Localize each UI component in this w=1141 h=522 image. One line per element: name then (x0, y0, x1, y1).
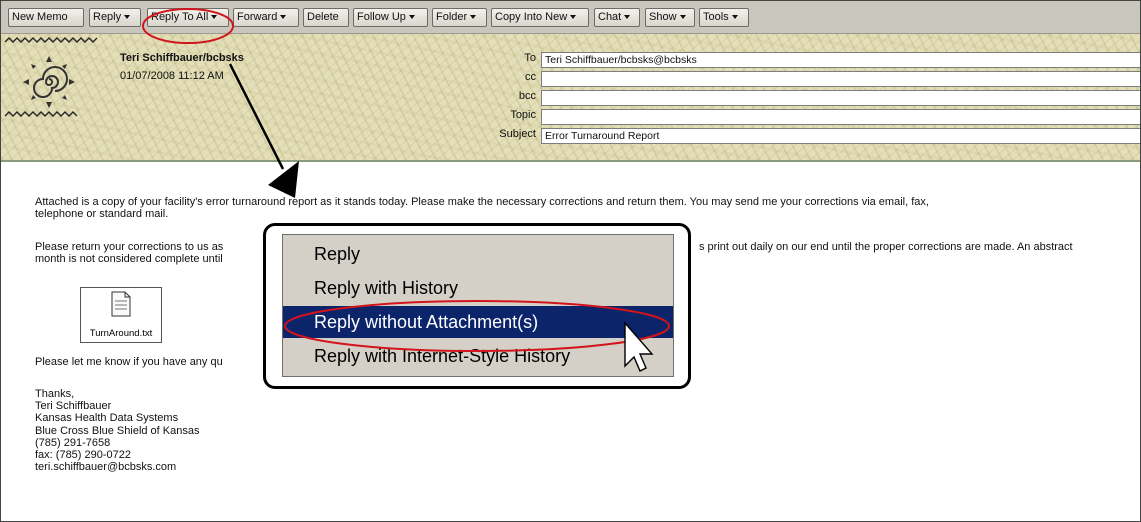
folder-button[interactable]: Folder (432, 8, 487, 27)
chevron-down-icon (211, 15, 218, 20)
reply-dropdown-menu: Reply Reply with History Reply without A… (282, 234, 674, 377)
chevron-down-icon (280, 15, 287, 20)
menu-item-reply-label: Reply (314, 244, 361, 264)
menu-item-reply-without-attachments-label: Reply without Attachment(s) (314, 312, 539, 332)
body-paragraph-2-line-1-right: s print out daily on our end until the p… (699, 241, 1073, 253)
signature-line: Thanks, (35, 388, 75, 400)
delete-label: Delete (307, 11, 339, 23)
attachment-turnaround[interactable]: TurnAround.txt (80, 287, 162, 343)
show-button[interactable]: Show (645, 8, 695, 27)
sent-date: 01/07/2008 11:12 AM (120, 70, 224, 82)
menu-item-reply[interactable]: Reply (283, 238, 673, 270)
menu-item-reply-internet-style-history-label: Reply with Internet-Style History (314, 346, 571, 366)
sun-spiral-logo (3, 36, 99, 122)
menu-item-reply-internet-style-history[interactable]: Reply with Internet-Style History (283, 340, 673, 372)
signature-line[interactable]: teri.schiffbauer@bcbsks.com (35, 461, 199, 473)
subject-label: Subject (499, 128, 536, 140)
signature-line: Kansas Health Data Systems (35, 412, 179, 425)
signature-line: (785) 291-7658 (35, 436, 111, 449)
chat-button[interactable]: Chat (594, 8, 640, 27)
reply-label: Reply (93, 11, 122, 23)
topic-label: Topic (510, 109, 536, 121)
sender-name: Teri Schiffbauer/bcbsks (120, 52, 244, 64)
copy-into-new-label: Copy Into New (495, 11, 568, 23)
folder-label: Folder (436, 11, 468, 23)
to-label: To (524, 52, 536, 64)
body-paragraph-2-line-2: month is not considered complete until (35, 253, 223, 265)
chevron-down-icon (731, 15, 738, 20)
forward-button[interactable]: Forward (233, 8, 299, 27)
menu-item-reply-with-history[interactable]: Reply with History (283, 272, 673, 304)
new-memo-button[interactable]: New Memo (8, 8, 84, 27)
body-paragraph-1-line-2: telephone or standard mail. (35, 208, 169, 220)
cc-label: cc (525, 71, 536, 83)
body-paragraph-2-line-1: Please return your corrections to us as (35, 241, 224, 253)
menu-item-reply-with-history-label: Reply with History (314, 278, 459, 298)
cc-field[interactable] (541, 71, 1140, 87)
forward-label: Forward (237, 11, 278, 23)
memo-header: Teri Schiffbauer/bcbsks 01/07/2008 11:12… (1, 34, 1140, 162)
bcc-label: bcc (518, 90, 536, 102)
tools-button[interactable]: Tools (699, 8, 749, 27)
menu-item-reply-without-attachments[interactable]: Reply without Attachment(s) (283, 306, 673, 338)
follow-up-button[interactable]: Follow Up (353, 8, 428, 27)
chat-label: Chat (598, 11, 622, 23)
signature-block: Thanks, Teri Schiffbauer Kansas Health D… (35, 388, 199, 473)
bcc-field[interactable] (541, 90, 1140, 106)
chevron-down-icon (124, 15, 131, 20)
to-field[interactable]: Teri Schiffbauer/bcbsks@bcbsks (541, 52, 1140, 68)
subject-field[interactable]: Error Turnaround Report (541, 128, 1140, 144)
show-label: Show (649, 11, 677, 23)
reply-to-all-button[interactable]: Reply To All (147, 8, 229, 27)
body-paragraph-3: Please let me know if you have any qu (35, 356, 223, 368)
chevron-down-icon (679, 15, 686, 20)
chevron-down-icon (470, 15, 477, 20)
signature-line: Blue Cross Blue Shield of Kansas (35, 424, 200, 437)
reply-button[interactable]: Reply (89, 8, 141, 27)
follow-up-label: Follow Up (357, 11, 406, 23)
signature-line: Teri Schiffbauer (35, 400, 112, 413)
annotation-arrow-head (268, 161, 299, 198)
delete-button[interactable]: Delete (303, 8, 349, 27)
notes-window: New Memo Reply Reply To All Forward Dele… (0, 0, 1141, 522)
chevron-down-icon (408, 15, 415, 20)
chevron-down-icon (570, 15, 577, 20)
chevron-down-icon (624, 15, 631, 20)
tools-label: Tools (703, 11, 729, 23)
reply-to-all-label: Reply To All (151, 11, 209, 23)
text-file-icon (111, 291, 131, 317)
body-paragraph-1-line-1: Attached is a copy of your facility's er… (35, 196, 929, 208)
copy-into-new-button[interactable]: Copy Into New (491, 8, 589, 27)
action-toolbar: New Memo Reply Reply To All Forward Dele… (1, 1, 1140, 34)
attachment-filename: TurnAround.txt (89, 328, 153, 339)
signature-line: fax: (785) 290-0722 (35, 449, 132, 462)
new-memo-label: New Memo (12, 11, 68, 23)
topic-field[interactable] (541, 109, 1140, 125)
